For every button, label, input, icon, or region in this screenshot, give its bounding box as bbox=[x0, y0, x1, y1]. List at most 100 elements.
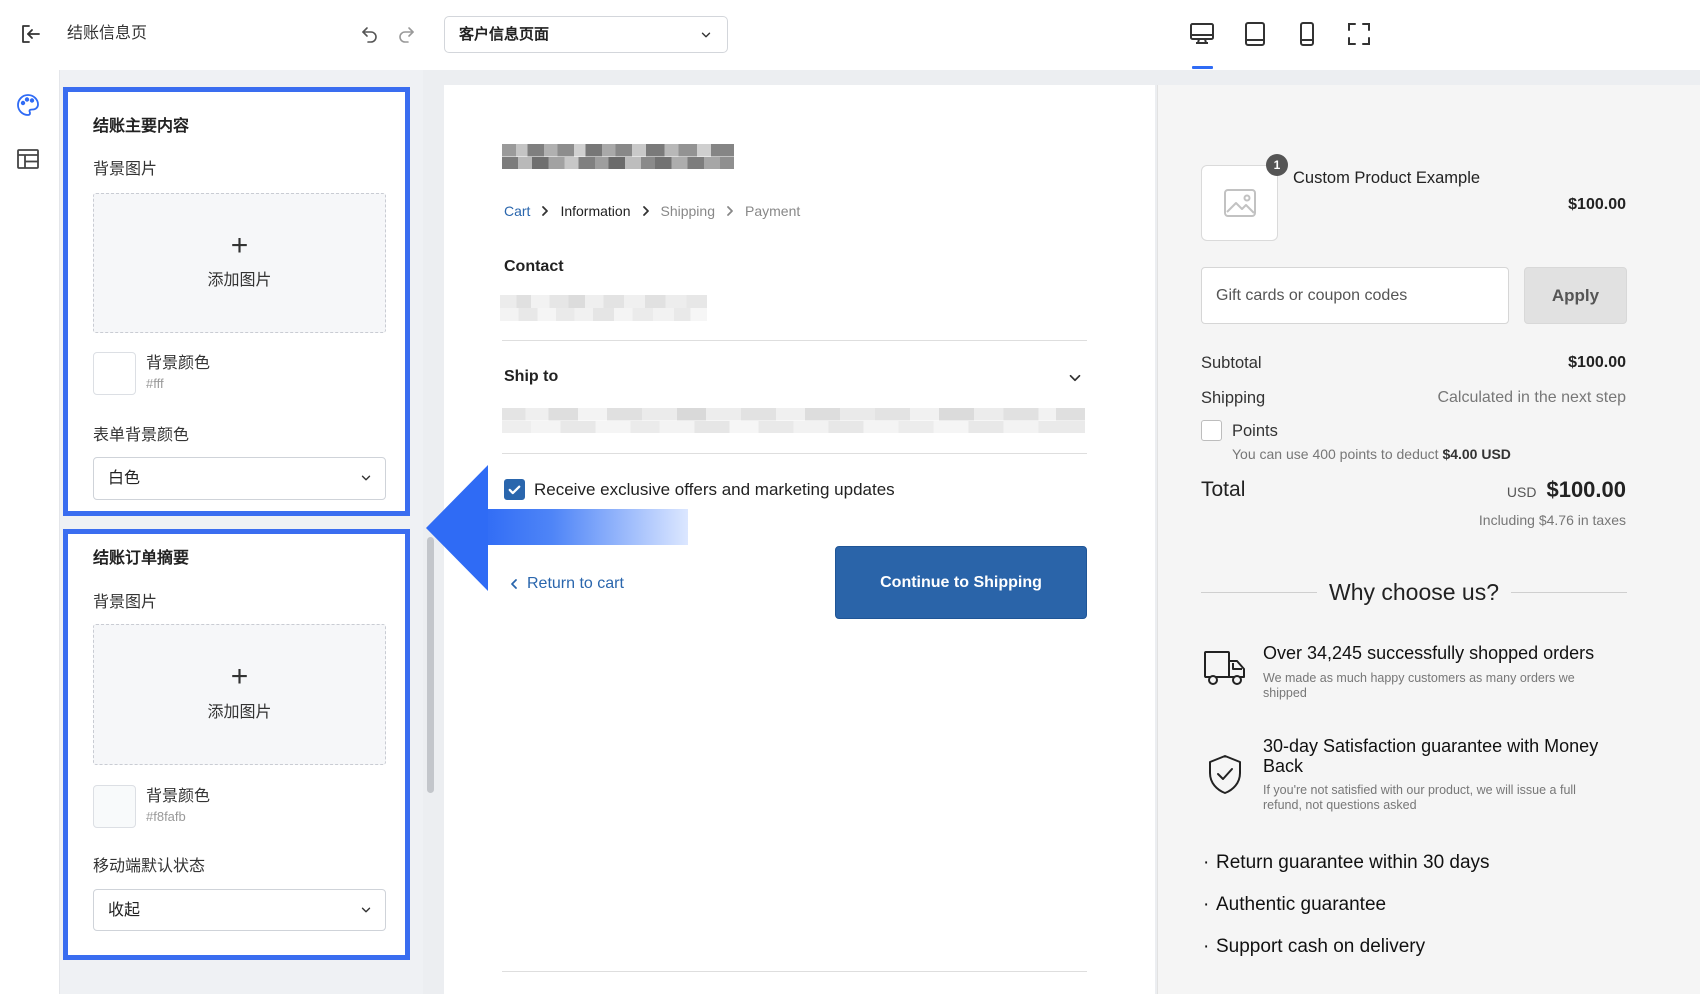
subtotal-value: $100.00 bbox=[1568, 354, 1626, 371]
exit-icon[interactable] bbox=[19, 22, 43, 46]
top-bar: 结账信息页 客户信息页面 bbox=[0, 0, 1700, 70]
annotation-arrow bbox=[426, 465, 688, 591]
shield-check-icon bbox=[1206, 753, 1244, 795]
form-bg-color-label: 表单背景颜色 bbox=[93, 427, 190, 444]
bg-color-swatch[interactable] bbox=[93, 785, 136, 828]
checkout-main-section: 结账主要内容 背景图片 + 添加图片 背景颜色 #fff 表单背景颜色 白色 bbox=[63, 87, 410, 516]
points-checkbox[interactable] bbox=[1201, 420, 1222, 441]
bg-color-label: 背景颜色 bbox=[146, 788, 211, 805]
why-choose-us-heading: Why choose us? bbox=[1201, 579, 1627, 605]
product-name: Custom Product Example bbox=[1293, 169, 1481, 187]
chevron-right-icon bbox=[642, 205, 650, 217]
add-image-label: 添加图片 bbox=[207, 272, 272, 289]
tablet-icon[interactable] bbox=[1242, 21, 1268, 47]
feature-subtitle: We made as much happy customers as many … bbox=[1263, 671, 1575, 700]
guarantee-text: Return guarantee within 30 days bbox=[1216, 852, 1490, 873]
chevron-down-icon[interactable] bbox=[1066, 369, 1084, 387]
undo-icon[interactable] bbox=[360, 24, 380, 44]
store-logo-blurred bbox=[502, 144, 734, 169]
editor-nav bbox=[0, 70, 60, 994]
ship-to-address-blurred bbox=[502, 408, 1085, 433]
divider bbox=[502, 340, 1087, 341]
section-title: 结账订单摘要 bbox=[93, 550, 190, 567]
total-currency: USD bbox=[1506, 484, 1537, 500]
breadcrumb-cart[interactable]: Cart bbox=[504, 203, 530, 219]
add-image-button[interactable]: + 添加图片 bbox=[93, 193, 386, 333]
guarantee-text: Authentic guarantee bbox=[1216, 894, 1387, 915]
total-amount: USD $100.00 bbox=[1507, 477, 1626, 503]
image-placeholder-icon bbox=[1223, 187, 1257, 219]
apply-coupon-button[interactable]: Apply bbox=[1524, 267, 1627, 324]
plus-icon: + bbox=[230, 660, 249, 693]
truck-icon bbox=[1203, 649, 1247, 687]
chevron-right-icon bbox=[726, 205, 734, 217]
mobile-icon[interactable] bbox=[1294, 21, 1320, 47]
quantity-badge: 1 bbox=[1266, 154, 1288, 176]
plus-icon: + bbox=[230, 229, 249, 262]
divider bbox=[502, 971, 1087, 972]
section-title: 结账主要内容 bbox=[93, 118, 190, 135]
add-image-button[interactable]: + 添加图片 bbox=[93, 624, 386, 765]
bg-color-value: #fff bbox=[146, 376, 164, 391]
form-bg-color-value: 白色 bbox=[108, 470, 141, 487]
bg-image-label: 背景图片 bbox=[93, 594, 158, 611]
breadcrumb-information: Information bbox=[560, 203, 631, 219]
continue-to-shipping-label: Continue to Shipping bbox=[880, 573, 1042, 591]
total-label: Total bbox=[1201, 478, 1246, 501]
form-bg-color-select[interactable]: 白色 bbox=[93, 457, 386, 500]
add-image-label: 添加图片 bbox=[207, 704, 272, 721]
chevron-right-icon bbox=[541, 205, 549, 217]
guarantee-text: Support cash on delivery bbox=[1216, 936, 1426, 957]
guarantee-item: · Return guarantee within 30 days bbox=[1203, 852, 1490, 873]
divider bbox=[502, 453, 1087, 454]
points-note-text: You can use 400 points to deduct bbox=[1232, 446, 1439, 462]
desktop-icon[interactable] bbox=[1189, 21, 1215, 47]
total-value: $100.00 bbox=[1546, 477, 1626, 502]
order-summary: 1 Custom Product Example $100.00 Gift ca… bbox=[1157, 85, 1700, 994]
divider bbox=[1201, 591, 1317, 593]
checkout-summary-section: 结账订单摘要 背景图片 + 添加图片 背景颜色 #f8fafb 移动端默认状态 … bbox=[63, 529, 410, 960]
ship-to-heading: Ship to bbox=[504, 368, 559, 385]
subtotal-label: Subtotal bbox=[1201, 354, 1262, 372]
feature-title: Over 34,245 successfully shopped orders bbox=[1263, 643, 1595, 663]
tax-note: Including $4.76 in taxes bbox=[1478, 512, 1626, 528]
points-label: Points bbox=[1232, 422, 1278, 440]
product-price: $100.00 bbox=[1568, 196, 1626, 213]
mobile-default-state-value: 收起 bbox=[108, 902, 141, 919]
bg-color-value: #f8fafb bbox=[146, 809, 186, 824]
palette-icon[interactable] bbox=[15, 92, 41, 118]
redo-icon[interactable] bbox=[396, 24, 416, 44]
breadcrumb-shipping: Shipping bbox=[660, 203, 716, 219]
breadcrumb: Cart Information Shipping Payment bbox=[504, 203, 800, 219]
feature-subtitle: If you're not satisfied with our product… bbox=[1263, 783, 1576, 812]
bg-color-label: 背景颜色 bbox=[146, 355, 211, 372]
apply-label: Apply bbox=[1551, 285, 1600, 305]
points-note-amount: $4.00 USD bbox=[1442, 446, 1511, 462]
layout-icon[interactable] bbox=[15, 146, 41, 172]
page-title: 结账信息页 bbox=[67, 25, 148, 42]
guarantee-item: · Support cash on delivery bbox=[1203, 936, 1426, 957]
bg-color-swatch[interactable] bbox=[93, 352, 136, 395]
divider bbox=[1511, 591, 1627, 593]
contact-heading: Contact bbox=[504, 258, 564, 275]
coupon-input[interactable]: Gift cards or coupon codes bbox=[1201, 267, 1509, 324]
page-select-dropdown[interactable]: 客户信息页面 bbox=[444, 16, 728, 53]
why-choose-us-title: Why choose us? bbox=[1328, 579, 1500, 605]
arrow-shaft bbox=[480, 509, 688, 545]
coupon-placeholder: Gift cards or coupon codes bbox=[1216, 287, 1408, 304]
breadcrumb-payment: Payment bbox=[745, 203, 801, 219]
fullscreen-icon[interactable] bbox=[1346, 21, 1372, 47]
page-select-value: 客户信息页面 bbox=[459, 26, 550, 43]
guarantee-item: · Authentic guarantee bbox=[1203, 894, 1387, 915]
points-note: You can use 400 points to deduct $4.00 U… bbox=[1232, 446, 1511, 463]
continue-to-shipping-button[interactable]: Continue to Shipping bbox=[835, 546, 1087, 619]
active-device-indicator bbox=[1192, 66, 1213, 69]
mobile-default-state-select[interactable]: 收起 bbox=[93, 889, 386, 931]
mobile-default-state-label: 移动端默认状态 bbox=[93, 858, 206, 875]
arrow-head bbox=[426, 465, 488, 591]
shipping-label: Shipping bbox=[1201, 389, 1266, 407]
contact-email-blurred bbox=[500, 295, 707, 321]
feature-title: 30-day Satisfaction guarantee with Money… bbox=[1263, 736, 1599, 776]
shipping-value: Calculated in the next step bbox=[1437, 389, 1626, 406]
chevron-down-icon bbox=[699, 28, 713, 42]
